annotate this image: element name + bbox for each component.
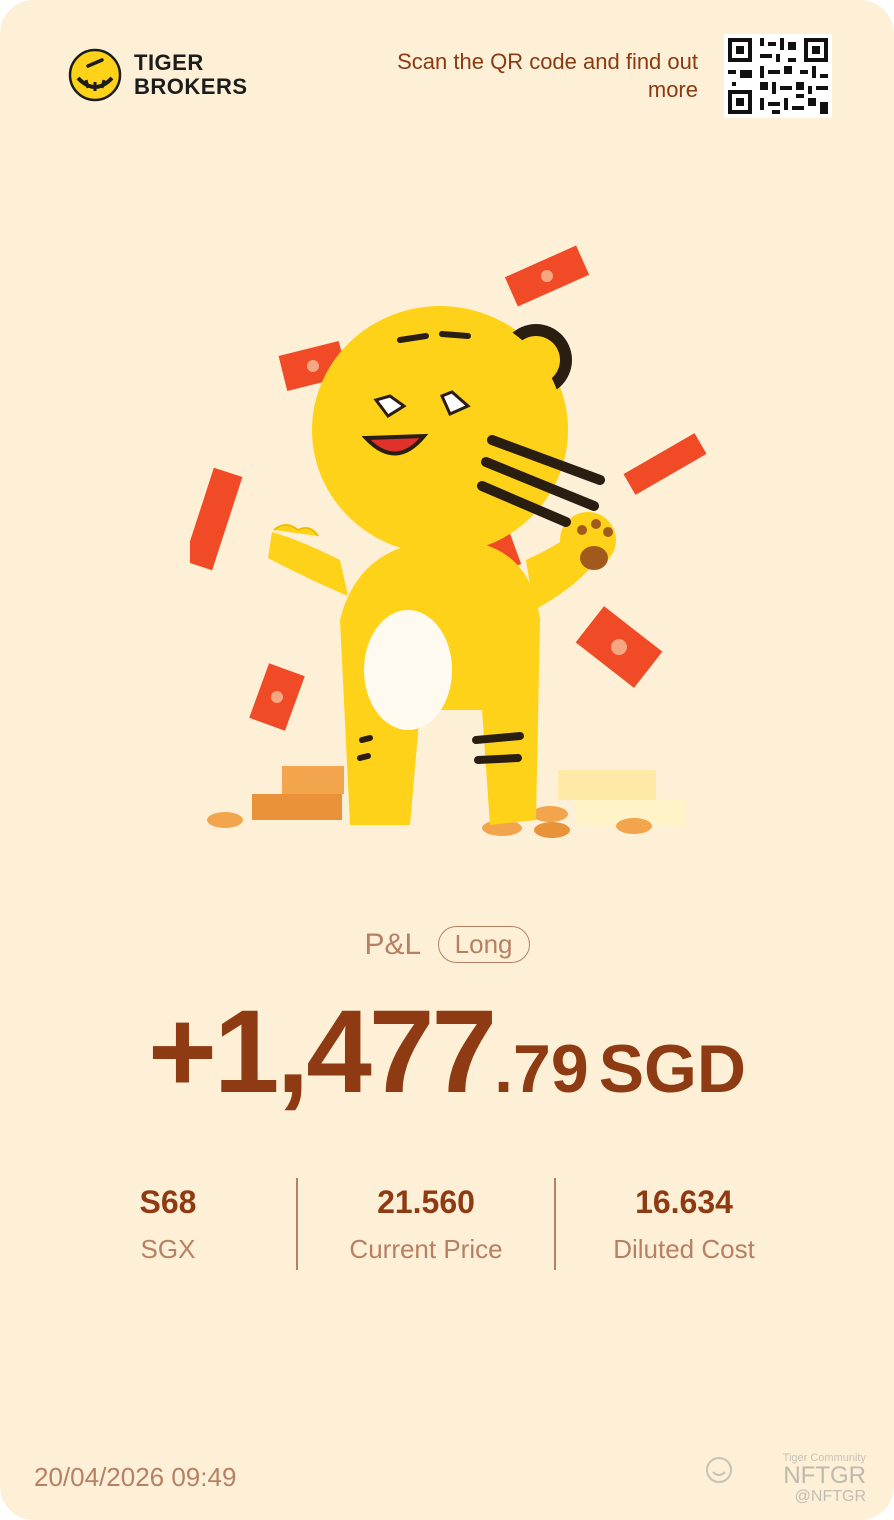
brand-name: TIGER BROKERS bbox=[134, 51, 248, 99]
current-price-value: 21.560 bbox=[377, 1184, 475, 1220]
pnl-decimal: .79 bbox=[494, 1031, 589, 1107]
stat-diluted-cost: 16.634 Diluted Cost bbox=[556, 1178, 812, 1270]
diluted-cost-label: Diluted Cost bbox=[613, 1234, 755, 1264]
scan-qr-text: Scan the QR code and find out more bbox=[397, 49, 698, 102]
timestamp: 20/04/2026 09:49 bbox=[34, 1462, 237, 1492]
watermark-name: NFTGR bbox=[783, 1462, 866, 1489]
position-side-badge: Long bbox=[437, 926, 530, 963]
diluted-cost-value: 16.634 bbox=[635, 1184, 733, 1220]
gold-bars-icon bbox=[207, 766, 686, 838]
share-card: TIGER BROKERS Scan the QR code and find … bbox=[0, 0, 894, 1520]
position-stats: S68 SGX 21.560 Current Price 16.634 Dilu… bbox=[40, 1178, 810, 1270]
tiger-brokers-logo: TIGER BROKERS bbox=[68, 48, 248, 102]
tiger-logo-icon bbox=[68, 48, 122, 102]
qr-code-icon[interactable] bbox=[724, 34, 832, 118]
pnl-label: P&L bbox=[364, 927, 422, 961]
exchange-label: SGX bbox=[140, 1234, 196, 1264]
current-price-label: Current Price bbox=[349, 1234, 503, 1264]
pnl-integer: +1,477 bbox=[147, 986, 497, 1118]
stat-current-price: 21.560 Current Price bbox=[296, 1178, 556, 1270]
brand-line-1: TIGER bbox=[134, 50, 204, 75]
pnl-amount: +1,477.79 SGD bbox=[0, 984, 894, 1120]
stat-ticker: S68 SGX bbox=[40, 1178, 296, 1270]
pnl-currency: SGD bbox=[598, 1031, 747, 1107]
tiger-body bbox=[268, 306, 616, 825]
watermark-handle: @NFTGR bbox=[794, 1488, 866, 1505]
tiger-community-icon bbox=[705, 1457, 732, 1483]
pnl-header: P&L Long bbox=[0, 926, 894, 963]
ticker-value: S68 bbox=[139, 1184, 197, 1220]
community-watermark: Tiger Community NFTGR @NFTGR bbox=[705, 1452, 866, 1506]
brand-line-2: BROKERS bbox=[134, 74, 248, 99]
tiger-mascot-illustration bbox=[190, 245, 707, 838]
